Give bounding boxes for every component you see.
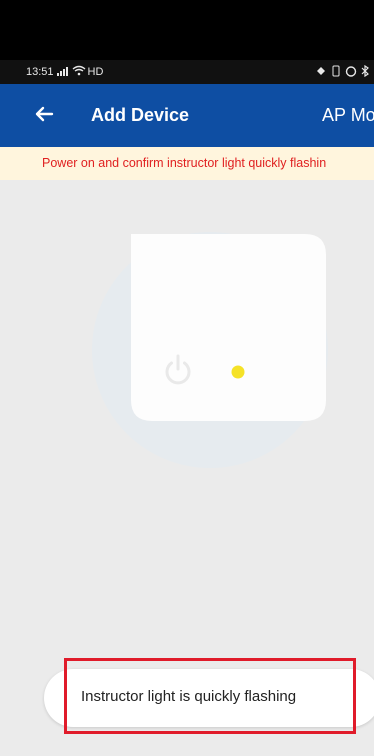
nfc-icon <box>315 65 327 80</box>
device-illustration <box>92 232 328 468</box>
app-bar: Add Device AP Mo <box>0 84 374 147</box>
status-time: 13:51 <box>26 66 54 78</box>
alarm-icon <box>345 65 357 80</box>
vibrate-icon <box>330 65 342 80</box>
signal-icon <box>56 66 70 79</box>
ap-mode-link[interactable]: AP Mo <box>322 105 374 126</box>
status-bar: 13:51 HD <box>0 60 374 84</box>
page-title: Add Device <box>91 105 190 125</box>
bluetooth-icon <box>360 64 370 80</box>
top-black-area <box>0 0 374 60</box>
indicator-light <box>231 365 245 379</box>
network-type-label: HD <box>87 66 104 78</box>
highlight-box <box>64 658 356 734</box>
status-left: 13:51 HD <box>26 65 103 79</box>
status-right-icons <box>315 64 370 80</box>
wifi-icon <box>72 65 86 79</box>
instruction-banner: Power on and confirm instructor light qu… <box>0 147 374 180</box>
back-arrow-icon[interactable] <box>32 102 56 126</box>
device-shape <box>131 234 326 421</box>
